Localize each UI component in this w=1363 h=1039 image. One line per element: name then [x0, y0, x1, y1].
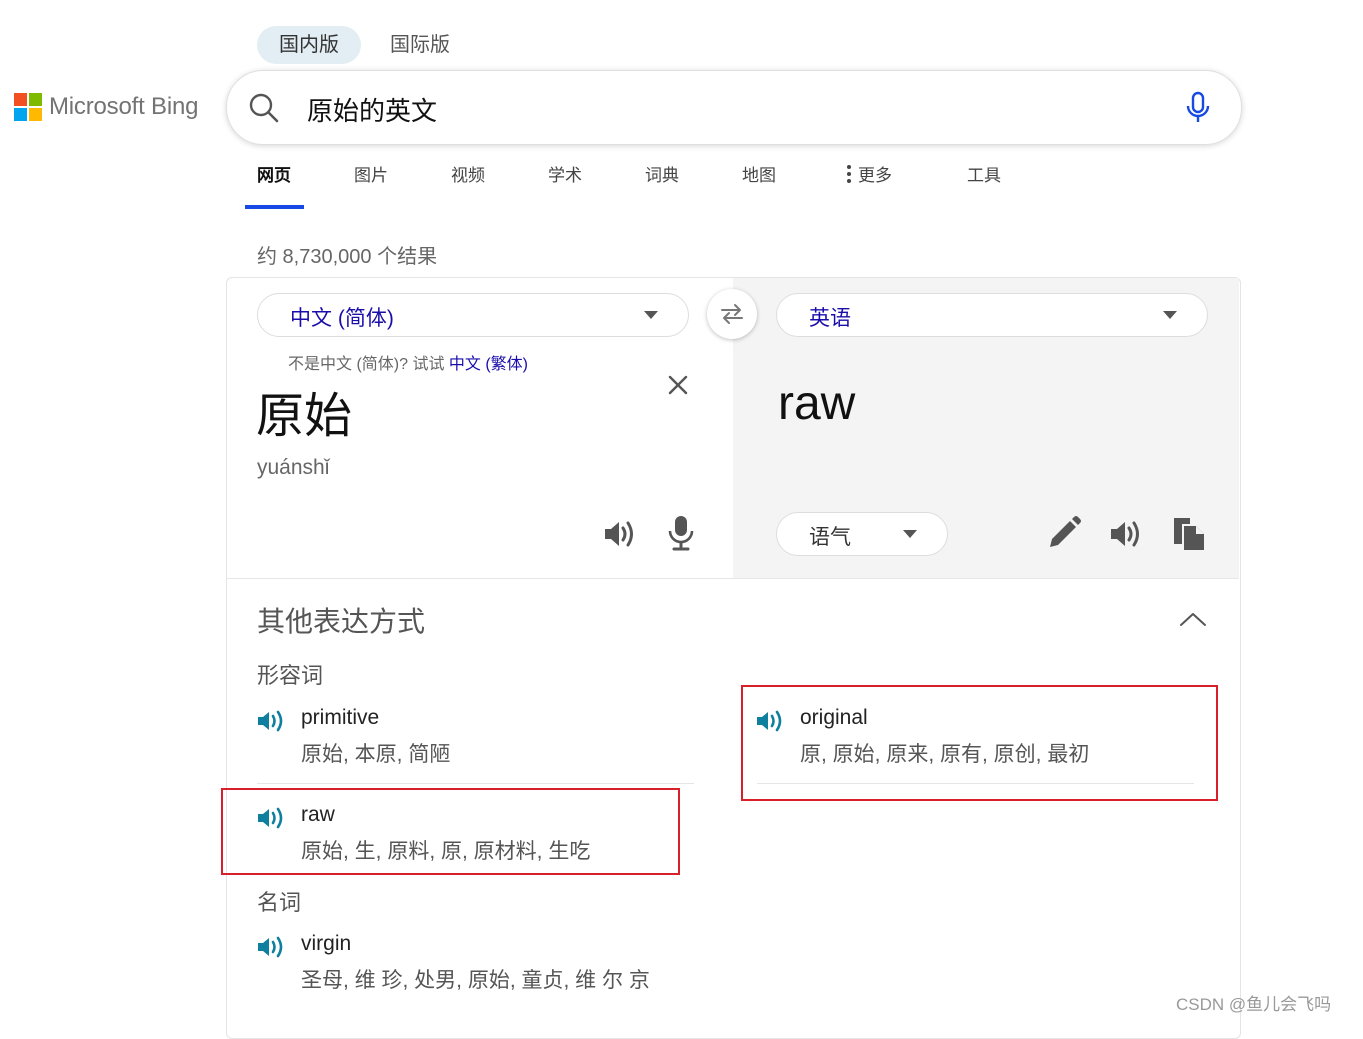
- chevron-down-icon: [1163, 311, 1177, 319]
- nav-dictionary[interactable]: 词典: [645, 164, 679, 188]
- tone-label: 语气: [809, 526, 851, 549]
- nav-more[interactable]: 更多: [846, 164, 892, 188]
- target-language-select[interactable]: 英语: [776, 293, 1208, 337]
- nav-maps[interactable]: 地图: [742, 164, 776, 188]
- results-count: 约 8,730,000 个结果: [257, 246, 438, 268]
- hint-link[interactable]: 中文 (繁体): [449, 356, 528, 373]
- nav-tools[interactable]: 工具: [967, 164, 1001, 188]
- search-box[interactable]: 原始的英文: [226, 70, 1242, 145]
- clear-icon[interactable]: [667, 374, 689, 396]
- tab-international[interactable]: 国际版: [368, 26, 472, 64]
- search-icon[interactable]: [247, 91, 281, 125]
- source-language-label: 中文 (简体): [290, 307, 394, 330]
- swap-languages-button[interactable]: [707, 289, 757, 339]
- target-language-label: 英语: [809, 307, 851, 330]
- chevron-down-icon: [903, 530, 917, 538]
- target-text: raw: [778, 377, 856, 430]
- speaker-icon[interactable]: [1109, 516, 1143, 552]
- highlight-box-original: [741, 685, 1218, 801]
- microsoft-logo-icon: [14, 93, 42, 121]
- entry-word[interactable]: virgin: [301, 932, 351, 956]
- highlight-box-raw: [221, 788, 680, 875]
- entry-definition: 圣母, 维 珍, 处男, 原始, 童贞, 维 尔 京: [301, 969, 650, 992]
- nav-web[interactable]: 网页: [257, 164, 291, 188]
- search-input[interactable]: 原始的英文: [307, 91, 437, 128]
- alternatives-title: 其他表达方式: [257, 606, 426, 637]
- nav-videos[interactable]: 视频: [451, 164, 485, 188]
- hint-prefix: 不是中文 (简体)? 试试: [288, 356, 445, 373]
- pos-noun: 名词: [257, 890, 302, 915]
- swap-icon: [721, 304, 743, 324]
- edit-icon[interactable]: [1046, 515, 1082, 551]
- source-language-select[interactable]: 中文 (简体): [257, 293, 689, 337]
- logo-text: Microsoft Bing: [49, 93, 199, 120]
- language-hint: 不是中文 (简体)? 试试 中文 (繁体): [288, 350, 528, 374]
- nav-academic[interactable]: 学术: [548, 164, 582, 188]
- tone-select[interactable]: 语气: [776, 512, 948, 556]
- card-divider: [227, 578, 1239, 579]
- watermark: CSDN @鱼儿会飞吗: [1176, 995, 1332, 1014]
- bing-logo[interactable]: Microsoft Bing: [14, 93, 198, 121]
- nav-images[interactable]: 图片: [354, 164, 388, 188]
- source-text[interactable]: 原始: [256, 376, 352, 446]
- tab-domestic[interactable]: 国内版: [257, 26, 361, 64]
- divider: [257, 783, 694, 784]
- nav-more-label: 更多: [858, 166, 892, 185]
- entry-word[interactable]: primitive: [301, 706, 379, 730]
- speaker-icon[interactable]: [603, 516, 637, 552]
- microphone-icon[interactable]: [1185, 91, 1211, 125]
- entry-definition: 原始, 本原, 简陋: [301, 743, 451, 766]
- nav-active-indicator: [245, 205, 304, 209]
- more-dots-icon: [847, 165, 851, 183]
- copy-icon[interactable]: [1172, 516, 1206, 552]
- speaker-icon[interactable]: [257, 934, 287, 960]
- chevron-up-icon[interactable]: [1179, 611, 1207, 627]
- pinyin: yuánshǐ: [257, 456, 330, 479]
- speaker-icon[interactable]: [257, 708, 287, 734]
- pos-adjective: 形容词: [257, 663, 324, 688]
- chevron-down-icon: [644, 311, 658, 319]
- microphone-icon[interactable]: [668, 514, 694, 552]
